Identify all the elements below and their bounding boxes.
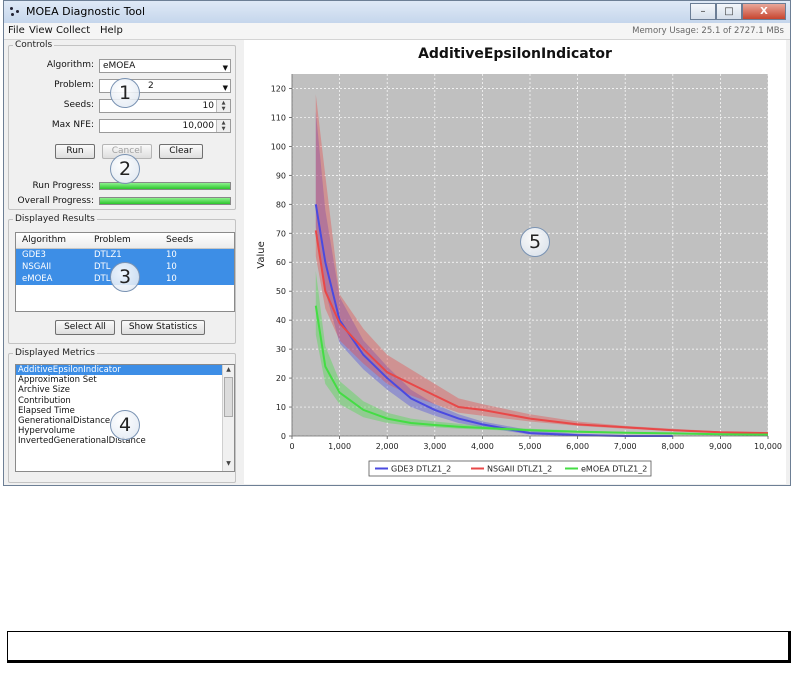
cell-problem: DTL <box>94 262 111 272</box>
select-all-button[interactable]: Select All <box>55 320 115 335</box>
y-tick-label: 50 <box>276 287 286 296</box>
y-tick-label: 70 <box>276 229 286 238</box>
metrics-scrollbar[interactable]: ▲ ▼ <box>222 365 234 471</box>
menu-bar: File View Collect Help Memory Usage: 25.… <box>4 23 790 40</box>
menu-view[interactable]: View <box>29 25 53 36</box>
x-tick-label: 5,000 <box>519 442 542 451</box>
x-tick-label: 1,000 <box>328 442 351 451</box>
list-item[interactable]: Contribution <box>16 396 234 406</box>
callout-2: 2 <box>110 154 140 184</box>
legend-label: NSGAII DTLZ1_2 <box>487 465 552 474</box>
y-tick-label: 0 <box>281 432 286 441</box>
algorithm-label: Algorithm: <box>46 60 94 70</box>
cell-algorithm: GDE3 <box>22 250 46 260</box>
cell-seeds: 10 <box>166 250 177 260</box>
legend-label: eMOEA DTLZ1_2 <box>581 465 647 474</box>
column-header[interactable]: Algorithm <box>22 235 66 245</box>
list-item[interactable]: Archive Size <box>16 385 234 395</box>
y-tick-label: 60 <box>276 258 286 267</box>
spinner-arrows-icon[interactable]: ▲ ▼ <box>216 100 230 112</box>
table-header: Algorithm Problem Seeds <box>16 233 234 249</box>
memory-usage: Memory Usage: 25.1 of 2727.1 MBs <box>632 26 784 36</box>
overall-progress-label: Overall Progress: <box>17 196 94 206</box>
y-tick-label: 30 <box>276 345 286 354</box>
x-tick-label: 10,000 <box>754 442 782 451</box>
run-progress-label: Run Progress: <box>32 181 94 191</box>
menu-collect[interactable]: Collect <box>56 25 90 36</box>
seeds-label: Seeds: <box>63 100 94 110</box>
maximize-button[interactable]: □ <box>716 3 742 20</box>
overall-progress-bar <box>99 197 231 205</box>
y-tick-label: 80 <box>276 200 286 209</box>
cell-seeds: 10 <box>166 274 177 284</box>
maxnfe-spinner[interactable]: 10,000 ▲ ▼ <box>99 119 231 133</box>
legend-label: GDE3 DTLZ1_2 <box>391 465 451 474</box>
y-tick-label: 90 <box>276 171 286 180</box>
menu-file[interactable]: File <box>8 25 25 36</box>
x-tick-label: 3,000 <box>423 442 446 451</box>
window-title: MOEA Diagnostic Tool <box>26 5 146 18</box>
callout-5: 5 <box>520 227 550 257</box>
minimize-button[interactable]: – <box>690 3 716 20</box>
algorithm-value: eMOEA <box>103 61 136 71</box>
title-bar[interactable]: MOEA Diagnostic Tool – □ X <box>4 1 790 24</box>
column-header[interactable]: Problem <box>94 235 131 245</box>
x-tick-label: 2,000 <box>376 442 399 451</box>
menu-help[interactable]: Help <box>100 25 123 36</box>
x-tick-label: 8,000 <box>661 442 684 451</box>
callout-1: 1 <box>110 78 140 108</box>
app-icon <box>10 7 20 17</box>
cell-problem: DTL <box>94 274 111 284</box>
maxnfe-value: 10,000 <box>182 121 215 131</box>
chevron-down-icon: ▼ <box>222 64 228 72</box>
list-item[interactable]: AdditiveEpsilonIndicator <box>16 365 234 376</box>
column-header[interactable]: Seeds <box>166 235 193 245</box>
x-tick-label: 7,000 <box>614 442 637 451</box>
chart-svg: 0 10 20 30 40 50 60 70 80 90 100 110 120 0 1,000 2,000 3… <box>256 74 782 477</box>
empty-text-box <box>7 631 791 663</box>
metrics-legend: Displayed Metrics <box>15 348 95 358</box>
scroll-down-icon[interactable]: ▼ <box>223 460 234 470</box>
x-tick-label: 9,000 <box>709 442 732 451</box>
callout-4: 4 <box>110 410 140 440</box>
callout-3: 3 <box>110 262 140 292</box>
close-button[interactable]: X <box>742 3 786 20</box>
table-row[interactable]: GDE3 DTLZ1 10 <box>16 249 234 261</box>
x-tick-label: 0 <box>289 442 294 451</box>
x-tick-label: 6,000 <box>566 442 589 451</box>
list-item[interactable]: Approximation Set <box>16 375 234 385</box>
x-tick-label: 4,000 <box>471 442 494 451</box>
y-axis-label: Value <box>256 241 267 268</box>
y-tick-label: 110 <box>271 113 286 122</box>
y-tick-label: 100 <box>271 142 286 151</box>
spinner-arrows-icon[interactable]: ▲ ▼ <box>216 120 230 132</box>
seeds-value: 10 <box>202 101 214 111</box>
show-statistics-button[interactable]: Show Statistics <box>121 320 205 335</box>
cell-problem: DTLZ1 <box>94 250 122 260</box>
maxnfe-label: Max NFE: <box>51 120 94 130</box>
cell-seeds: 10 <box>166 262 177 272</box>
y-tick-label: 120 <box>271 84 286 93</box>
clear-button[interactable]: Clear <box>159 144 203 159</box>
run-button[interactable]: Run <box>55 144 95 159</box>
cell-algorithm: eMOEA <box>22 274 53 284</box>
chart-panel: AdditiveEpsilonIndicator 0 10 20 30 40 50 60 70… <box>244 40 786 484</box>
algorithm-combo[interactable]: eMOEA ▼ <box>99 59 231 73</box>
scroll-up-icon[interactable]: ▲ <box>223 366 234 376</box>
app-window: MOEA Diagnostic Tool – □ X File View Col… <box>3 0 791 486</box>
results-legend: Displayed Results <box>15 214 95 224</box>
scroll-thumb[interactable] <box>224 377 233 417</box>
chevron-down-icon: ▼ <box>222 84 228 92</box>
problem-label: Problem: <box>54 80 94 90</box>
run-progress-bar <box>99 182 231 190</box>
y-tick-label: 20 <box>276 374 286 383</box>
y-tick-label: 10 <box>276 403 286 412</box>
y-tick-label: 40 <box>276 316 286 325</box>
controls-legend: Controls <box>15 40 53 50</box>
cell-algorithm: NSGAII <box>22 262 52 272</box>
